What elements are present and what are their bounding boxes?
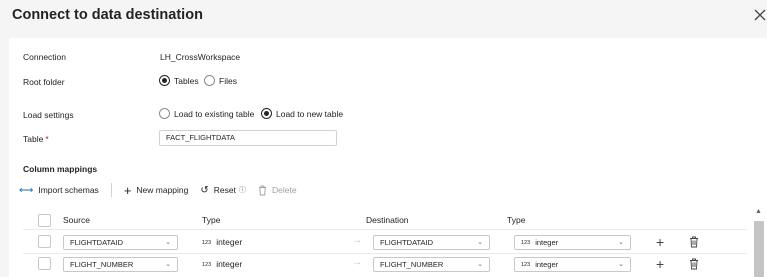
type-column-header: Type xyxy=(202,215,221,225)
integer-type-icon: 123 xyxy=(521,262,531,268)
connection-label: Connection xyxy=(23,52,67,62)
destination-column-dropdown[interactable]: FLIGHTDATAID ⌄ xyxy=(373,235,490,250)
integer-type-icon: 123 xyxy=(202,240,212,246)
radio-load-existing[interactable]: Load to existing table xyxy=(159,108,254,119)
table-name-input[interactable]: FACT_FLIGHTDATA xyxy=(159,130,337,146)
arrow-right-icon: → xyxy=(352,235,362,246)
chevron-down-icon: ⌄ xyxy=(618,261,624,268)
radio-unselected-icon xyxy=(204,75,215,86)
mapping-toolbar: ⟷ Import schemas + New mapping ↺ Reset ⓘ… xyxy=(19,183,309,198)
destination-type-value: integer xyxy=(535,238,559,247)
scroll-up-icon[interactable]: ▲ xyxy=(755,208,762,215)
close-icon[interactable] xyxy=(752,7,767,23)
reset-label: Reset xyxy=(213,185,236,195)
source-column-header: Source xyxy=(63,215,90,225)
radio-load-existing-label: Load to existing table xyxy=(174,108,255,119)
reset-icon: ↺ xyxy=(200,184,209,196)
source-column-value: FLIGHTDATAID xyxy=(70,238,124,247)
source-type: 123 integer xyxy=(202,237,242,247)
destination-column-header: Destination xyxy=(366,215,409,225)
chevron-down-icon: ⌄ xyxy=(477,261,483,268)
source-type: 123 integer xyxy=(202,259,242,269)
chevron-down-icon: ⌄ xyxy=(477,239,483,246)
radio-tables-label: Tables xyxy=(174,75,199,86)
radio-load-new[interactable]: Load to new table xyxy=(261,108,343,119)
new-mapping-button[interactable]: + New mapping xyxy=(124,183,189,198)
radio-selected-icon xyxy=(159,75,170,86)
destination-type-value: integer xyxy=(535,260,559,269)
add-mapping-icon[interactable]: + xyxy=(656,235,664,249)
reset-button[interactable]: ↺ Reset ⓘ xyxy=(200,185,246,196)
dialog-title: Connect to data destination xyxy=(12,7,203,23)
dest-type-column-header: Type xyxy=(507,215,526,225)
radio-files[interactable]: Files xyxy=(204,75,237,86)
destination-column-value: FLIGHT_NUMBER xyxy=(380,260,444,269)
select-all-checkbox[interactable] xyxy=(38,214,51,227)
source-column-value: FLIGHT_NUMBER xyxy=(70,260,134,269)
row-divider xyxy=(23,253,747,254)
table-label: Table * xyxy=(23,134,49,144)
chevron-down-icon: ⌄ xyxy=(165,261,171,268)
root-folder-label: Root folder xyxy=(23,77,65,87)
import-icon: ⟷ xyxy=(19,184,34,196)
load-settings-label: Load settings xyxy=(23,110,74,120)
chevron-down-icon: ⌄ xyxy=(165,239,171,246)
integer-type-icon: 123 xyxy=(521,240,531,246)
trash-icon[interactable] xyxy=(689,236,699,248)
import-schemas-label: Import schemas xyxy=(38,185,99,195)
chevron-down-icon: ⌄ xyxy=(618,239,624,246)
radio-files-label: Files xyxy=(219,75,237,86)
info-icon: ⓘ xyxy=(239,187,246,194)
header-divider xyxy=(23,229,747,230)
destination-type-dropdown[interactable]: 123 integer ⌄ xyxy=(514,257,631,272)
destination-type-dropdown[interactable]: 123 integer ⌄ xyxy=(514,235,631,250)
add-mapping-icon[interactable]: + xyxy=(656,257,664,271)
source-type-value: integer xyxy=(216,259,243,269)
source-type-value: integer xyxy=(216,237,243,247)
delete-button[interactable]: Delete xyxy=(258,185,297,196)
radio-selected-icon xyxy=(261,108,272,119)
trash-icon[interactable] xyxy=(689,258,699,270)
new-mapping-label: New mapping xyxy=(136,185,189,195)
radio-load-new-label: Load to new table xyxy=(276,108,344,119)
column-mappings-label: Column mappings xyxy=(23,164,98,174)
trash-icon xyxy=(259,185,266,195)
destination-column-value: FLIGHTDATAID xyxy=(380,238,434,247)
radio-tables[interactable]: Tables xyxy=(159,75,199,86)
plus-icon: + xyxy=(123,182,132,198)
source-column-dropdown[interactable]: FLIGHTDATAID ⌄ xyxy=(63,235,178,250)
import-schemas-button[interactable]: ⟷ Import schemas xyxy=(19,185,99,196)
row-checkbox[interactable] xyxy=(38,235,51,248)
row-checkbox[interactable] xyxy=(38,257,51,270)
connection-value: LH_CrossWorkspace xyxy=(160,52,241,62)
required-mark: * xyxy=(45,134,49,144)
radio-unselected-icon xyxy=(159,108,170,119)
source-column-dropdown[interactable]: FLIGHT_NUMBER ⌄ xyxy=(63,257,178,272)
integer-type-icon: 123 xyxy=(202,262,212,268)
toolbar-divider xyxy=(110,183,112,197)
table-label-text: Table xyxy=(23,134,44,144)
scrollbar-thumb[interactable] xyxy=(754,221,764,277)
arrow-right-icon: → xyxy=(352,257,362,268)
destination-column-dropdown[interactable]: FLIGHT_NUMBER ⌄ xyxy=(373,257,490,272)
destination-panel: Connection LH_CrossWorkspace Root folder… xyxy=(9,38,767,277)
delete-label: Delete xyxy=(272,185,297,195)
